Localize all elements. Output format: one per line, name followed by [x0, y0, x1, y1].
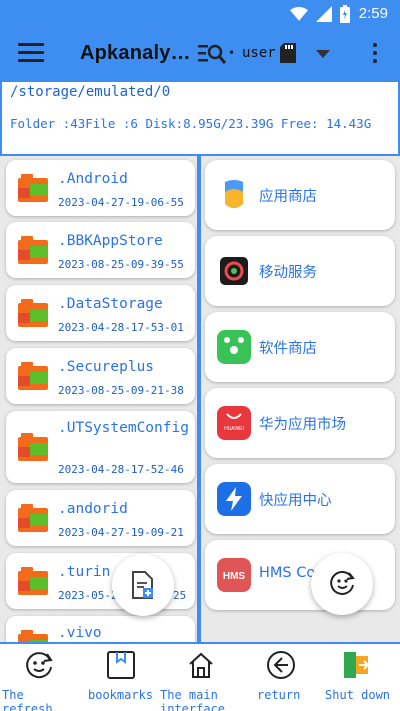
storage-label[interactable]: user — [242, 45, 276, 61]
folder-item[interactable]: .andorid 2023-04-27-19-09-21 — [6, 490, 195, 546]
app-title: Apkanaly… — [80, 42, 191, 64]
chevron-down-icon[interactable] — [316, 50, 330, 58]
app-item[interactable]: HUAWEI 华为应用市场 — [205, 388, 395, 458]
folder-item[interactable]: .Android 2023-04-27-19-06-55 — [6, 160, 195, 216]
toolbar: Apkanaly… • user — [0, 28, 400, 82]
folder-name: .andorid — [58, 501, 128, 517]
app-item[interactable]: 应用商店 — [205, 160, 395, 230]
search-list-icon[interactable] — [198, 42, 226, 66]
nav-bookmarks[interactable]: bookmarks — [82, 644, 158, 711]
folder-item[interactable]: .vivo — [6, 616, 195, 642]
folder-item[interactable]: .UTSystemConfig 2023-04-28-17-52-46 — [6, 411, 195, 483]
folder-icon — [18, 174, 48, 202]
separator-dot: • — [228, 46, 236, 60]
huawei-appgallery-icon: HUAWEI — [217, 406, 251, 440]
huawei-badge-text: HUAWEI — [224, 426, 244, 432]
app-name: HMS Co — [259, 565, 316, 581]
folder-icon — [18, 504, 48, 532]
app-name: 软件商店 — [259, 341, 317, 357]
folder-date: 2023-04-27-19-06-55 — [58, 196, 184, 209]
app-item[interactable]: 移动服务 — [205, 236, 395, 306]
battery-icon — [340, 5, 350, 23]
folder-name: .UTSystemConfig — [58, 420, 189, 436]
status-bar: 2:59 — [0, 0, 400, 28]
quick-app-center-icon — [217, 482, 251, 516]
app-item[interactable]: 软件商店 — [205, 312, 395, 382]
path-info-box: /storage/emulated/0 Folder :43File :6 Di… — [0, 82, 400, 156]
folder-name: .BBKAppStore — [58, 233, 163, 249]
folder-icon — [18, 299, 48, 327]
folder-icon — [18, 433, 48, 461]
menu-icon[interactable] — [18, 43, 44, 67]
back-arrow-icon — [267, 651, 295, 679]
app-name: 应用商店 — [259, 189, 317, 205]
folder-name: .DataStorage — [58, 296, 163, 312]
app-item[interactable]: 快应用中心 — [205, 464, 395, 534]
app-store-icon — [217, 178, 251, 212]
refresh-face-icon — [330, 571, 355, 595]
refresh-fab[interactable] — [311, 553, 373, 615]
sd-card-icon — [280, 43, 296, 63]
storage-summary: Folder :43File :6 Disk:8.95G/23.39G Free… — [10, 116, 372, 131]
current-path[interactable]: /storage/emulated/0 — [10, 84, 170, 100]
nav-label: The refresh — [2, 688, 53, 711]
software-store-icon — [217, 330, 251, 364]
nav-label: return — [257, 688, 301, 702]
nav-return[interactable]: return — [244, 644, 320, 711]
folder-icon — [18, 236, 48, 264]
folder-icon — [18, 567, 48, 595]
folder-date: 2023-04-28-17-53-01 — [58, 321, 184, 334]
folder-name: .vivo — [58, 625, 102, 641]
folder-name: .Secureplus — [58, 359, 155, 375]
hms-core-icon: HMS — [217, 558, 251, 592]
folder-date: 2023-04-27-19-09-21 — [58, 526, 184, 539]
nav-label: The main interface — [160, 688, 226, 711]
add-file-fab[interactable] — [112, 554, 174, 616]
add-file-icon — [132, 571, 153, 599]
folder-item[interactable]: .DataStorage 2023-04-28-17-53-01 — [6, 285, 195, 341]
mobile-services-icon — [217, 254, 251, 288]
folder-date: 2023-05-2 — [58, 589, 118, 602]
app-list[interactable]: 应用商店 移动服务 软件商店 HUAWEI 华为应用市场 快应用中心 HMS H… — [201, 156, 400, 642]
folder-item[interactable]: .BBKAppStore 2023-08-25-09-39-55 — [6, 222, 195, 278]
refresh-face-icon — [26, 652, 53, 679]
status-time: 2:59 — [358, 5, 388, 22]
nav-refresh[interactable]: The refresh — [0, 644, 78, 711]
folder-date: 2023-04-28-17-52-46 — [58, 463, 184, 476]
folder-date-tail: 25 — [173, 589, 187, 602]
folder-date: 2023-08-25-09-21-38 — [58, 384, 184, 397]
nav-label: bookmarks — [88, 688, 154, 702]
app-name: 快应用中心 — [259, 493, 332, 509]
wifi-icon — [290, 6, 308, 21]
bottom-nav: The refresh bookmarks The main interface… — [0, 642, 400, 711]
folder-date: 2023-08-25-09-39-55 — [58, 258, 184, 271]
more-vert-icon[interactable] — [369, 43, 381, 67]
nav-shut-down[interactable]: Shut down — [322, 644, 400, 711]
exit-icon — [344, 652, 370, 678]
signal-icon — [316, 6, 332, 22]
nav-main-interface[interactable]: The main interface — [158, 644, 244, 711]
home-icon — [189, 652, 213, 678]
hms-badge-text: HMS — [223, 571, 246, 582]
folder-name: .Android — [58, 171, 128, 187]
bookmark-icon — [107, 651, 135, 679]
folder-item[interactable]: .Secureplus 2023-08-25-09-21-38 — [6, 348, 195, 404]
folder-icon — [18, 362, 48, 390]
app-name: 华为应用市场 — [259, 417, 346, 433]
app-name: 移动服务 — [259, 265, 317, 281]
nav-label: Shut down — [325, 688, 391, 702]
folder-icon — [18, 630, 48, 642]
